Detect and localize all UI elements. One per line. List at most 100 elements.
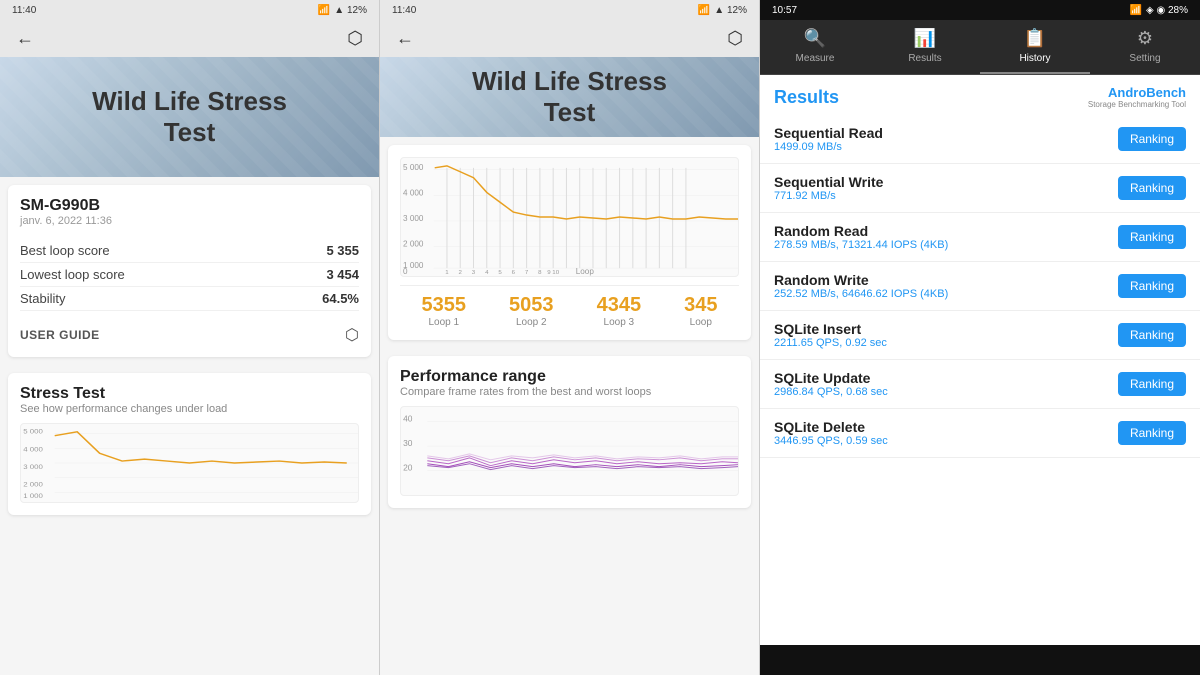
tab-measure[interactable]: 🔍 Measure — [760, 20, 870, 74]
device-name: SM-G990B — [20, 197, 359, 215]
rand-write-ranking-btn[interactable]: Ranking — [1118, 274, 1186, 298]
seq-read-ranking-btn[interactable]: Ranking — [1118, 127, 1186, 151]
best-loop-value: 5 355 — [326, 243, 359, 258]
measure-icon: 🔍 — [804, 28, 826, 49]
rand-read-ranking-btn[interactable]: Ranking — [1118, 225, 1186, 249]
tab-setting[interactable]: ⚙ Setting — [1090, 20, 1200, 74]
main-line-chart: 5 000 4 000 3 000 2 000 1 000 0 — [400, 157, 739, 277]
svg-text:6: 6 — [512, 270, 516, 276]
svg-text:5: 5 — [498, 270, 502, 276]
back-icon-left[interactable]: ← — [16, 28, 34, 49]
benchmark-sqlite-delete: SQLite Delete 3446.95 QPS, 0.59 sec Rank… — [760, 409, 1200, 458]
setting-icon: ⚙ — [1137, 28, 1153, 49]
seq-read-name: Sequential Read — [774, 125, 883, 141]
svg-text:7: 7 — [525, 270, 529, 276]
seq-write-name: Sequential Write — [774, 174, 883, 190]
sqlite-delete-ranking-btn[interactable]: Ranking — [1118, 421, 1186, 445]
loop-3-label: Loop 3 — [597, 317, 642, 328]
status-time-right: 10:57 — [772, 5, 797, 16]
tab-setting-label: Setting — [1129, 53, 1160, 64]
benchmark-list: Sequential Read 1499.09 MB/s Ranking Seq… — [760, 115, 1200, 645]
rand-write-name: Random Write — [774, 272, 948, 288]
loop-scores-row: 5355 Loop 1 5053 Loop 2 4345 Loop 3 345 … — [400, 285, 739, 328]
signal-icon-right: 📶 — [1130, 5, 1142, 16]
benchmark-seq-read: Sequential Read 1499.09 MB/s Ranking — [760, 115, 1200, 164]
share-icon-mid[interactable]: ⬡ — [727, 28, 743, 49]
back-icon-mid[interactable]: ← — [396, 28, 414, 49]
battery-mid: ▲ 12% — [714, 5, 747, 16]
benchmark-sqlite-insert: SQLite Insert 2211.65 QPS, 0.92 sec Rank… — [760, 311, 1200, 360]
status-time-mid: 11:40 — [392, 5, 416, 16]
rand-read-name: Random Read — [774, 223, 948, 239]
svg-text:20: 20 — [403, 464, 413, 473]
sqlite-insert-ranking-btn[interactable]: Ranking — [1118, 323, 1186, 347]
stress-test-section: Stress Test See how performance changes … — [8, 373, 371, 515]
wifi-icon-mid: 📶 — [698, 5, 710, 16]
loop-avg-value: 345 — [684, 294, 717, 317]
loop-1-label: Loop 1 — [422, 317, 467, 328]
status-bar-left: 11:40 📶 ▲ 12% — [0, 0, 379, 20]
bottom-nav-bar: 🔍 Measure 📊 Results 📋 History ⚙ Setting — [760, 20, 1200, 75]
perf-range-title: Performance range — [400, 368, 739, 386]
top-nav-mid: ← ⬡ — [380, 20, 759, 57]
svg-text:1 000: 1 000 — [23, 492, 43, 500]
svg-text:2 000: 2 000 — [23, 480, 43, 488]
svg-text:0: 0 — [403, 267, 408, 276]
svg-text:4: 4 — [485, 270, 489, 276]
share-icon-left[interactable]: ⬡ — [347, 28, 363, 49]
svg-text:9 10: 9 10 — [547, 270, 560, 276]
top-nav-left: ← ⬡ — [0, 20, 379, 57]
svg-text:1: 1 — [445, 270, 449, 276]
loop-score-avg: 345 Loop — [684, 294, 717, 328]
perf-range-sub: Compare frame rates from the best and wo… — [400, 386, 739, 398]
svg-text:5 000: 5 000 — [403, 163, 424, 172]
perf-range-svg: 40 30 20 — [401, 407, 738, 495]
history-icon: 📋 — [1024, 28, 1046, 49]
phone-panel-right: 10:57 📶 ◈ ◉ 28% 🔍 Measure 📊 Results 📋 Hi… — [760, 0, 1200, 675]
status-bar-right: 10:57 📶 ◈ ◉ 28% — [760, 0, 1200, 20]
seq-write-ranking-btn[interactable]: Ranking — [1118, 176, 1186, 200]
svg-text:4 000: 4 000 — [403, 189, 424, 198]
benchmark-rand-read: Random Read 278.59 MB/s, 71321.44 IOPS (… — [760, 213, 1200, 262]
stability-value: 64.5% — [322, 291, 359, 306]
stability-label: Stability — [20, 291, 66, 306]
loop-2-value: 5053 — [509, 294, 554, 317]
hero-title-left: Wild Life StressTest — [92, 86, 287, 148]
status-time-left: 11:40 — [12, 5, 36, 16]
sqlite-update-ranking-btn[interactable]: Ranking — [1118, 372, 1186, 396]
svg-text:3 000: 3 000 — [403, 214, 424, 223]
stability-row: Stability 64.5% — [20, 287, 359, 311]
benchmark-sqlite-update: SQLite Update 2986.84 QPS, 0.68 sec Rank… — [760, 360, 1200, 409]
battery-left: ▲ 12% — [334, 5, 367, 16]
sqlite-insert-value: 2211.65 QPS, 0.92 sec — [774, 337, 887, 349]
wifi-icon: 📶 — [318, 5, 330, 16]
rand-write-value: 252.52 MB/s, 64646.62 IOPS (4KB) — [774, 288, 948, 300]
sqlite-update-value: 2986.84 QPS, 0.68 sec — [774, 386, 888, 398]
best-loop-label: Best loop score — [20, 243, 110, 258]
tab-results-label: Results — [908, 53, 941, 64]
hero-area-left: Wild Life StressTest — [0, 57, 379, 177]
phone-panel-left: 11:40 📶 ▲ 12% ← ⬡ Wild Life StressTest S… — [0, 0, 380, 675]
lowest-loop-value: 3 454 — [326, 267, 359, 282]
share-icon-guide[interactable]: ⬡ — [345, 325, 359, 345]
tab-results[interactable]: 📊 Results — [870, 20, 980, 74]
status-bar-mid: 11:40 📶 ▲ 12% — [380, 0, 759, 20]
results-header: Results AndroBench Storage Benchmarking … — [760, 75, 1200, 115]
device-info-section: SM-G990B janv. 6, 2022 11:36 Best loop s… — [8, 185, 371, 357]
rand-read-value: 278.59 MB/s, 71321.44 IOPS (4KB) — [774, 239, 948, 251]
benchmark-seq-write: Sequential Write 771.92 MB/s Ranking — [760, 164, 1200, 213]
tab-history[interactable]: 📋 History — [980, 20, 1090, 74]
svg-text:40: 40 — [403, 415, 413, 424]
stress-test-title: Stress Test — [20, 385, 359, 403]
user-guide-text[interactable]: USER GUIDE — [20, 328, 100, 342]
svg-text:2: 2 — [459, 270, 463, 276]
user-guide-row: USER GUIDE ⬡ — [20, 315, 359, 345]
svg-text:3 000: 3 000 — [23, 462, 43, 470]
phone-panel-mid: 11:40 📶 ▲ 12% ← ⬡ Wild Life StressTest 5… — [380, 0, 760, 675]
perf-range-section: Performance range Compare frame rates fr… — [388, 356, 751, 508]
loop-2-label: Loop 2 — [509, 317, 554, 328]
androbench-sub: Storage Benchmarking Tool — [1088, 100, 1186, 109]
svg-text:30: 30 — [403, 439, 413, 448]
loop-score-2: 5053 Loop 2 — [509, 294, 554, 328]
lowest-loop-label: Lowest loop score — [20, 267, 125, 282]
